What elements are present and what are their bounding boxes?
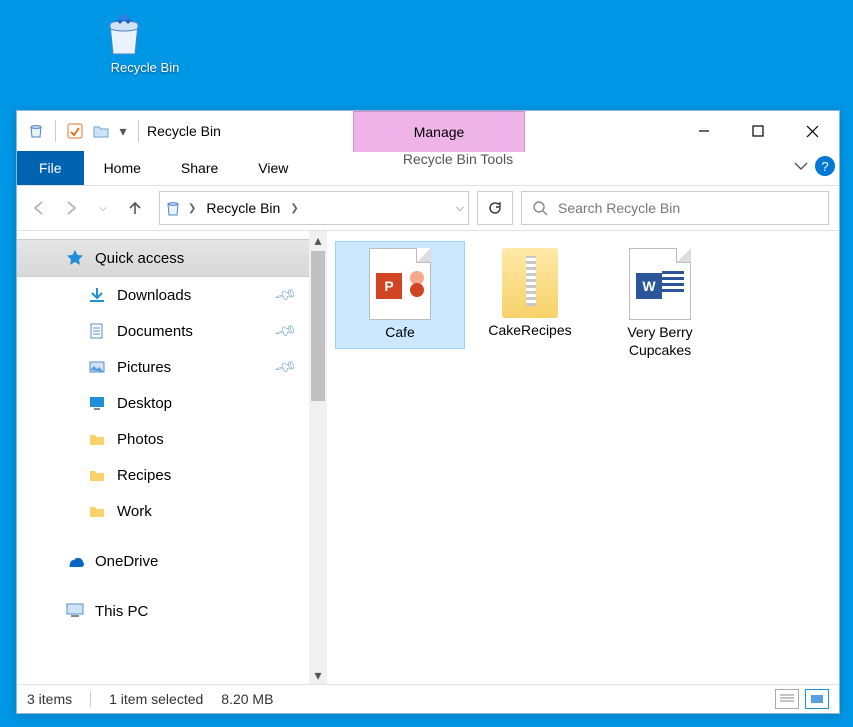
close-button[interactable] <box>785 113 839 149</box>
title-bar: ▾ Recycle Bin Manage <box>17 111 839 151</box>
qat-dropdown-icon[interactable]: ▾ <box>116 120 130 142</box>
address-dropdown-icon[interactable]: ⌵ <box>456 202 464 215</box>
sidebar-quick-access[interactable]: Quick access <box>17 239 309 277</box>
sidebar-item-label: Documents <box>117 323 193 340</box>
document-icon <box>87 321 107 341</box>
sidebar-item-label: Pictures <box>117 359 171 376</box>
nav-recent-button[interactable]: ⌵ <box>91 196 115 220</box>
refresh-button[interactable] <box>477 191 513 225</box>
onedrive-icon <box>65 551 85 571</box>
status-selection-count: 1 item selected <box>109 691 203 707</box>
tab-share[interactable]: Share <box>161 151 238 185</box>
breadcrumb-location[interactable]: Recycle Bin <box>202 200 284 216</box>
sidebar-item-documents[interactable]: Documents 📌︎ <box>17 313 309 349</box>
search-box[interactable]: Search Recycle Bin <box>521 191 829 225</box>
chevron-right-icon[interactable]: ❯ <box>186 203 198 214</box>
sidebar-item-label: Quick access <box>95 250 184 267</box>
folder-icon <box>87 429 107 449</box>
recycle-bin-full-icon <box>100 10 148 58</box>
contextual-tab-header[interactable]: Manage <box>353 111 525 152</box>
nav-back-button[interactable] <box>27 196 51 220</box>
view-details-button[interactable] <box>775 689 799 709</box>
sidebar-item-label: Work <box>117 503 152 520</box>
desktop-recycle-bin[interactable]: Recycle Bin <box>100 10 190 75</box>
zip-folder-icon <box>502 248 558 318</box>
file-item-cakerecipes[interactable]: CakeRecipes <box>465 241 595 347</box>
qat-newfolder-icon[interactable] <box>90 120 112 142</box>
sidebar-onedrive[interactable]: OneDrive <box>17 543 309 579</box>
file-list[interactable]: P Cafe CakeRecipes W Very Berry Cupcakes <box>327 231 839 684</box>
sidebar-item-photos[interactable]: Photos <box>17 421 309 457</box>
ribbon-collapse-icon[interactable] <box>793 158 809 174</box>
powerpoint-icon: P <box>369 248 431 320</box>
sidebar-item-label: This PC <box>95 603 148 620</box>
tab-view[interactable]: View <box>238 151 308 185</box>
contextual-tab-label: Manage <box>414 124 465 140</box>
sidebar-scrollbar[interactable]: ▴ ▾ <box>309 231 327 684</box>
tab-file[interactable]: File <box>17 151 84 185</box>
navigation-pane: Quick access Downloads 📌︎ Documents 📌︎ P… <box>17 231 327 684</box>
sidebar-item-desktop[interactable]: Desktop <box>17 385 309 421</box>
sidebar-item-label: Downloads <box>117 287 191 304</box>
file-name: CakeRecipes <box>468 322 592 340</box>
word-icon: W <box>629 248 691 320</box>
folder-icon <box>87 465 107 485</box>
search-icon <box>532 200 548 216</box>
sidebar-item-downloads[interactable]: Downloads 📌︎ <box>17 277 309 313</box>
tab-home[interactable]: Home <box>84 151 161 185</box>
help-button[interactable]: ? <box>815 156 835 176</box>
scroll-up-icon[interactable]: ▴ <box>309 231 327 249</box>
sidebar-item-label: Recipes <box>117 467 171 484</box>
address-bar[interactable]: ❯ Recycle Bin ❯ ⌵ <box>159 191 469 225</box>
sidebar-item-label: Desktop <box>117 395 172 412</box>
explorer-window: ▾ Recycle Bin Manage File Home Share Vie… <box>16 110 840 714</box>
sidebar-item-work[interactable]: Work <box>17 493 309 529</box>
navigation-bar: ⌵ ❯ Recycle Bin ❯ ⌵ Search Recycle Bin <box>17 186 839 231</box>
tab-recycle-bin-tools[interactable]: Recycle Bin Tools <box>353 151 563 167</box>
status-item-count: 3 items <box>27 691 72 707</box>
pin-icon: 📌︎ <box>273 354 298 379</box>
desktop-icon <box>87 393 107 413</box>
sidebar-item-label: Photos <box>117 431 164 448</box>
sidebar-item-label: OneDrive <box>95 553 158 570</box>
window-body: Quick access Downloads 📌︎ Documents 📌︎ P… <box>17 231 839 684</box>
nav-forward-button[interactable] <box>59 196 83 220</box>
pin-icon: 📌︎ <box>273 282 298 307</box>
ribbon-tabs: File Home Share View Recycle Bin Tools ? <box>17 151 839 186</box>
sidebar-this-pc[interactable]: This PC <box>17 593 309 629</box>
star-icon <box>65 248 85 268</box>
maximize-button[interactable] <box>731 113 785 149</box>
pictures-icon <box>87 357 107 377</box>
pin-icon: 📌︎ <box>273 318 298 343</box>
qat-properties-icon[interactable] <box>64 120 86 142</box>
download-icon <box>87 285 107 305</box>
minimize-button[interactable] <box>677 113 731 149</box>
folder-icon <box>87 501 107 521</box>
window-title: Recycle Bin <box>147 123 221 139</box>
file-item-cafe[interactable]: P Cafe <box>335 241 465 349</box>
scrollbar-thumb[interactable] <box>311 251 325 401</box>
search-placeholder: Search Recycle Bin <box>558 200 680 216</box>
file-item-very-berry-cupcakes[interactable]: W Very Berry Cupcakes <box>595 241 725 366</box>
recycle-bin-icon <box>164 199 182 217</box>
pc-icon <box>65 601 85 621</box>
scroll-down-icon[interactable]: ▾ <box>309 666 327 684</box>
file-name: Cafe <box>338 324 462 342</box>
sidebar-item-recipes[interactable]: Recipes <box>17 457 309 493</box>
recycle-bin-icon[interactable] <box>25 120 47 142</box>
view-large-icons-button[interactable] <box>805 689 829 709</box>
file-name: Very Berry Cupcakes <box>598 324 722 359</box>
nav-up-button[interactable] <box>123 196 147 220</box>
sidebar-item-pictures[interactable]: Pictures 📌︎ <box>17 349 309 385</box>
status-selection-size: 8.20 MB <box>221 691 273 707</box>
chevron-right-icon[interactable]: ❯ <box>288 203 300 214</box>
status-bar: 3 items 1 item selected 8.20 MB <box>17 684 839 713</box>
desktop-recycle-bin-label: Recycle Bin <box>100 60 190 75</box>
